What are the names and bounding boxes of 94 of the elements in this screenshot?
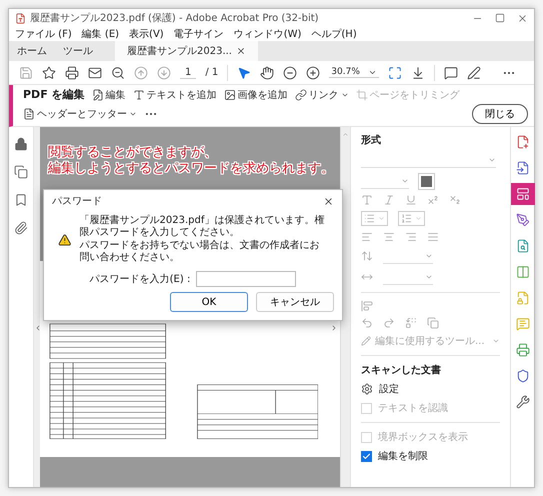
subscript-icon[interactable] — [449, 194, 461, 206]
tool-button[interactable]: ヘッダーとフッター — [23, 107, 137, 121]
dialog-button[interactable]: キャンセル — [256, 292, 334, 312]
menu-item[interactable]: 電子サイン — [174, 27, 224, 41]
previous-page-icon[interactable] — [134, 66, 148, 80]
printer-icon[interactable] — [516, 343, 530, 357]
settings-icon[interactable] — [361, 383, 373, 395]
save-icon[interactable] — [19, 66, 33, 80]
arrange-icon[interactable] — [361, 300, 373, 312]
file-lock-icon[interactable] — [516, 291, 530, 305]
numbered-list-button[interactable] — [398, 211, 425, 226]
paperclip-icon[interactable] — [14, 221, 28, 235]
caret-icon[interactable] — [129, 110, 137, 118]
next-page-icon[interactable] — [157, 66, 171, 80]
zoom-out-icon[interactable] — [111, 66, 125, 80]
link-icon[interactable] — [294, 88, 307, 100]
page-total: / 1 — [205, 67, 218, 78]
replace-icon[interactable] — [405, 317, 417, 329]
field-label: パスワードを入力(E) : — [90, 272, 190, 286]
tool-button[interactable]: リンク — [294, 88, 349, 102]
rotate-left-icon[interactable] — [361, 317, 373, 329]
line-spacing-icon[interactable] — [361, 250, 373, 262]
print-icon[interactable] — [65, 66, 79, 80]
shield-icon[interactable] — [516, 369, 530, 383]
text-icon[interactable] — [132, 88, 145, 100]
edit-pdf-title: PDF を編集 — [23, 87, 85, 102]
panel-heading: 形式 — [361, 134, 382, 147]
file-search-icon[interactable] — [516, 239, 530, 253]
zoom-out-icon[interactable] — [283, 66, 298, 80]
tool-button[interactable]: 編集 — [92, 88, 126, 102]
password-field[interactable] — [196, 271, 296, 287]
pen-icon[interactable] — [516, 213, 530, 227]
image-icon[interactable] — [224, 88, 236, 100]
numbered-list-icon[interactable] — [401, 213, 412, 224]
mail-icon[interactable] — [88, 66, 102, 80]
menu-item[interactable]: ファイル (F) — [15, 27, 72, 41]
checkbox-label: 境界ボックスを表示 — [378, 430, 468, 444]
close-icon[interactable] — [323, 196, 334, 206]
underline-icon[interactable] — [405, 194, 417, 206]
pencil-icon[interactable] — [361, 336, 371, 346]
lock-icon[interactable] — [14, 137, 28, 151]
dialog-message: パスワードをお持ちでない場合は、文書の作成者にお問い合わせください。 — [80, 240, 320, 264]
tool-rail-button[interactable] — [510, 183, 534, 205]
pdf-file-icon — [15, 12, 26, 24]
copy-icon[interactable] — [427, 317, 439, 329]
layout-icon[interactable] — [516, 187, 530, 201]
dialog-message: 「履歴書サンプル2023.pdf」は保護されています。権限パスワードを入力してください。 — [80, 215, 326, 239]
annotation-text: 編集しようとするとパスワードを求められます。 — [48, 161, 334, 177]
file-export-icon[interactable] — [516, 161, 530, 175]
hand-icon[interactable] — [260, 66, 274, 80]
pen-icon[interactable] — [466, 66, 481, 80]
close-icon[interactable] — [517, 12, 528, 24]
rotate-right-icon[interactable] — [383, 317, 395, 329]
dialog-button[interactable]: OK — [170, 292, 248, 312]
menu-item[interactable]: 表示(V) — [129, 27, 164, 41]
align-justify-icon[interactable] — [427, 231, 439, 243]
wrench-icon[interactable] — [516, 395, 530, 409]
close-icon[interactable] — [236, 46, 246, 56]
bookmark-icon[interactable] — [14, 193, 28, 207]
zoom-in-icon[interactable] — [306, 66, 320, 80]
menu-item[interactable]: ヘルプ(H) — [311, 27, 357, 41]
document-icon[interactable] — [23, 108, 35, 120]
pointer-icon[interactable] — [237, 66, 252, 80]
checkbox-label: 編集を制限 — [378, 450, 428, 463]
menu-item[interactable]: 編集 (E) — [82, 27, 120, 41]
align-right-icon[interactable] — [405, 231, 417, 243]
maximize-icon[interactable] — [495, 13, 505, 23]
align-left-icon[interactable] — [361, 231, 373, 243]
dialog-title: パスワード — [52, 195, 102, 208]
bullet-list-button[interactable] — [361, 211, 388, 226]
tab[interactable]: 履歴書サンプル2023... — [115, 41, 258, 61]
color-swatch[interactable] — [419, 174, 434, 188]
checkbox-label: テキストを認識 — [378, 402, 448, 415]
file-plus-icon[interactable] — [516, 135, 530, 149]
star-icon[interactable] — [42, 66, 56, 80]
align-center-icon[interactable] — [383, 231, 395, 243]
page-number-field[interactable]: 1 — [180, 66, 196, 78]
settings-link[interactable]: 設定 — [379, 382, 399, 396]
zoom-field[interactable]: 30.7% — [329, 67, 379, 78]
edit-icon[interactable] — [92, 88, 104, 100]
close-button[interactable]: 閉じる — [472, 104, 528, 124]
tool-button[interactable]: テキストを追加 — [132, 88, 217, 102]
menu-item[interactable]: ウィンドウ(W) — [234, 27, 302, 41]
superscript-icon[interactable] — [427, 194, 439, 206]
comment-icon[interactable] — [444, 66, 458, 80]
scroll-mode-icon[interactable] — [410, 66, 425, 80]
italic-icon[interactable] — [383, 194, 395, 206]
annotation-text: 閲覧することができますが、 — [48, 145, 217, 161]
tool-button[interactable]: 画像を追加 — [224, 88, 288, 102]
columns-icon[interactable] — [516, 265, 530, 279]
fit-page-icon[interactable] — [388, 66, 402, 80]
section-heading: スキャンした文書 — [361, 364, 442, 377]
window-title: 履歴書サンプル2023.pdf (保護) - Adobe Acrobat Pro (32-bit) — [30, 12, 320, 25]
pages-icon[interactable] — [14, 165, 28, 179]
